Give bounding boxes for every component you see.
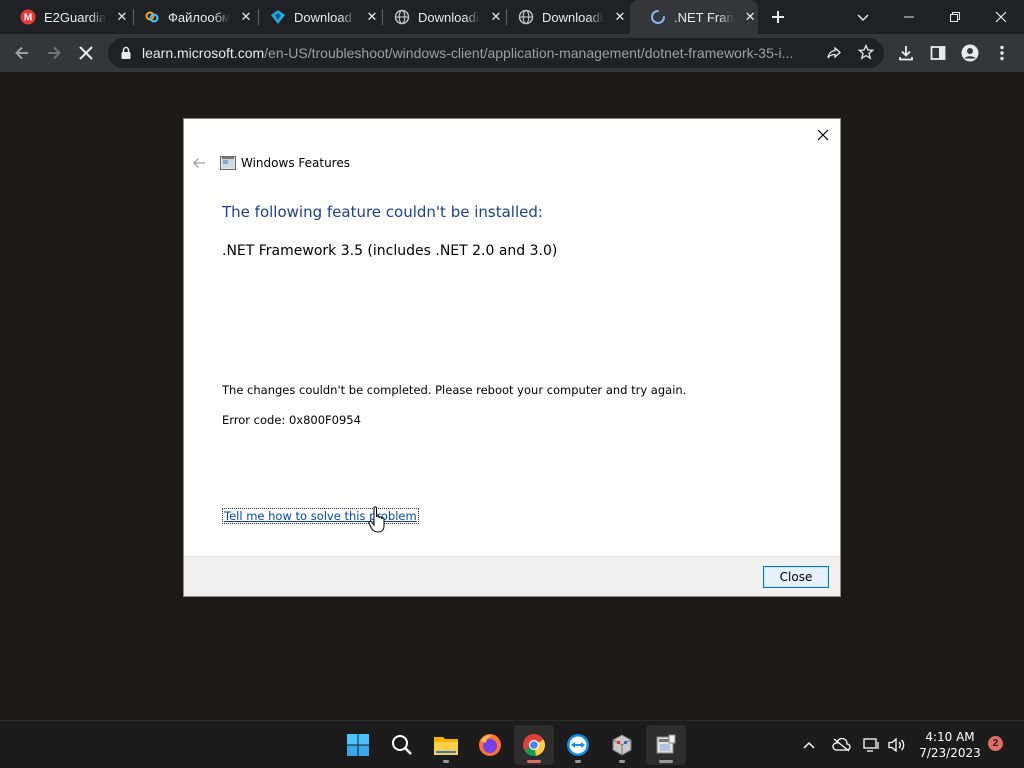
hand-cursor-icon	[368, 506, 388, 534]
download-icon[interactable]	[891, 38, 921, 68]
side-panel-icon[interactable]	[923, 38, 953, 68]
clock-date: 7/23/2023	[919, 746, 981, 760]
minimize-button[interactable]	[886, 0, 932, 34]
back-button[interactable]	[7, 38, 37, 68]
error-message: The changes couldn't be completed. Pleas…	[222, 383, 687, 397]
close-tab-icon[interactable]: ✕	[742, 9, 758, 25]
colorful-rings-icon	[144, 9, 160, 25]
firefox-icon[interactable]	[470, 725, 510, 765]
onedrive-offline-icon[interactable]	[830, 729, 852, 761]
bookmark-star-icon[interactable]	[857, 43, 875, 65]
system-clock[interactable]: 4:10 AM 7/23/2023	[912, 729, 988, 761]
tab-downloading-1[interactable]: Downloading ✕	[374, 0, 507, 34]
close-window-button[interactable]	[978, 0, 1024, 34]
forward-button[interactable]	[39, 38, 69, 68]
close-button[interactable]: Close	[763, 566, 829, 588]
profile-avatar-icon[interactable]	[955, 38, 985, 68]
url-host: learn.microsoft.com	[142, 45, 265, 61]
search-icon[interactable]	[382, 725, 422, 765]
teamviewer-icon[interactable]	[558, 725, 598, 765]
running-indicator	[659, 760, 673, 763]
back-arrow-icon[interactable]	[192, 155, 208, 171]
tab-e2guardian[interactable]: M E2Guardian ✕	[0, 0, 133, 34]
url-text[interactable]: learn.microsoft.com/en-US/troubleshoot/w…	[142, 45, 814, 61]
loading-spinner-icon	[650, 9, 666, 25]
close-tab-icon[interactable]: ✕	[612, 9, 628, 25]
error-code: Error code: 0x800F0954	[222, 413, 361, 427]
share-icon[interactable]	[826, 45, 842, 66]
settings-cube-icon[interactable]	[602, 725, 642, 765]
gmail-m-icon: M	[20, 9, 36, 25]
chrome-icon[interactable]	[514, 725, 554, 765]
dialog-footer: Close	[184, 556, 840, 596]
browser-toolbar: learn.microsoft.com/en-US/troubleshoot/w…	[0, 34, 1024, 72]
dialog-close-icon[interactable]	[812, 124, 834, 146]
tab-title: Download M	[294, 9, 356, 25]
tab-fileshare[interactable]: Файлообмен ✕	[124, 0, 257, 34]
stop-loading-button[interactable]	[71, 38, 101, 68]
tab-downloading-2[interactable]: Downloading ✕	[498, 0, 631, 34]
globe-icon	[394, 9, 410, 25]
tab-search-button[interactable]	[840, 0, 886, 34]
tab-title: Downloading	[542, 9, 604, 25]
tab-title: Downloading	[418, 9, 480, 25]
help-link[interactable]: Tell me how to solve this problem	[222, 508, 419, 524]
windows-features-dialog: Windows Features The following feature c…	[183, 118, 841, 597]
tab-title: .NET Framew	[674, 9, 735, 25]
tab-title: Файлообмен	[168, 9, 230, 25]
notification-badge[interactable]: 2	[988, 736, 1003, 751]
url-path: /en-US/troubleshoot/windows-client/appli…	[264, 45, 794, 61]
feature-name: .NET Framework 3.5 (includes .NET 2.0 an…	[222, 243, 558, 259]
windows-taskbar: 4:10 AM 7/23/2023	[0, 720, 1024, 768]
address-bar[interactable]: learn.microsoft.com/en-US/troubleshoot/w…	[108, 38, 884, 68]
windows-features-icon	[220, 155, 236, 171]
volume-icon[interactable]	[886, 729, 908, 761]
tab-title: E2Guardian	[44, 9, 106, 25]
svg-text:M: M	[24, 13, 32, 24]
show-hidden-icons-chevron-icon[interactable]	[800, 729, 818, 761]
windows-features-taskbar-icon[interactable]	[646, 725, 686, 765]
network-icon[interactable]	[862, 729, 882, 761]
tab-dotnet-framework[interactable]: .NET Framew ✕	[630, 0, 758, 34]
windows-start-icon[interactable]	[338, 725, 378, 765]
file-explorer-icon[interactable]	[426, 725, 466, 765]
lock-icon[interactable]	[120, 46, 132, 65]
menu-kebab-icon[interactable]	[987, 38, 1017, 68]
restore-button[interactable]	[932, 0, 978, 34]
running-indicator	[619, 760, 625, 763]
browser-tab-strip: M E2Guardian ✕ Файлообмен ✕ Download M ✕…	[0, 0, 1024, 34]
tab-download-m[interactable]: Download M ✕	[250, 0, 383, 34]
running-indicator	[443, 760, 449, 763]
new-tab-button[interactable]	[766, 5, 790, 29]
dialog-title: Windows Features	[241, 156, 350, 170]
error-heading: The following feature couldn't be instal…	[222, 203, 543, 221]
globe-icon	[518, 9, 534, 25]
running-indicator	[575, 760, 581, 763]
blue-diamond-icon	[270, 9, 286, 25]
running-indicator	[527, 760, 541, 763]
clock-time: 4:10 AM	[925, 730, 975, 744]
